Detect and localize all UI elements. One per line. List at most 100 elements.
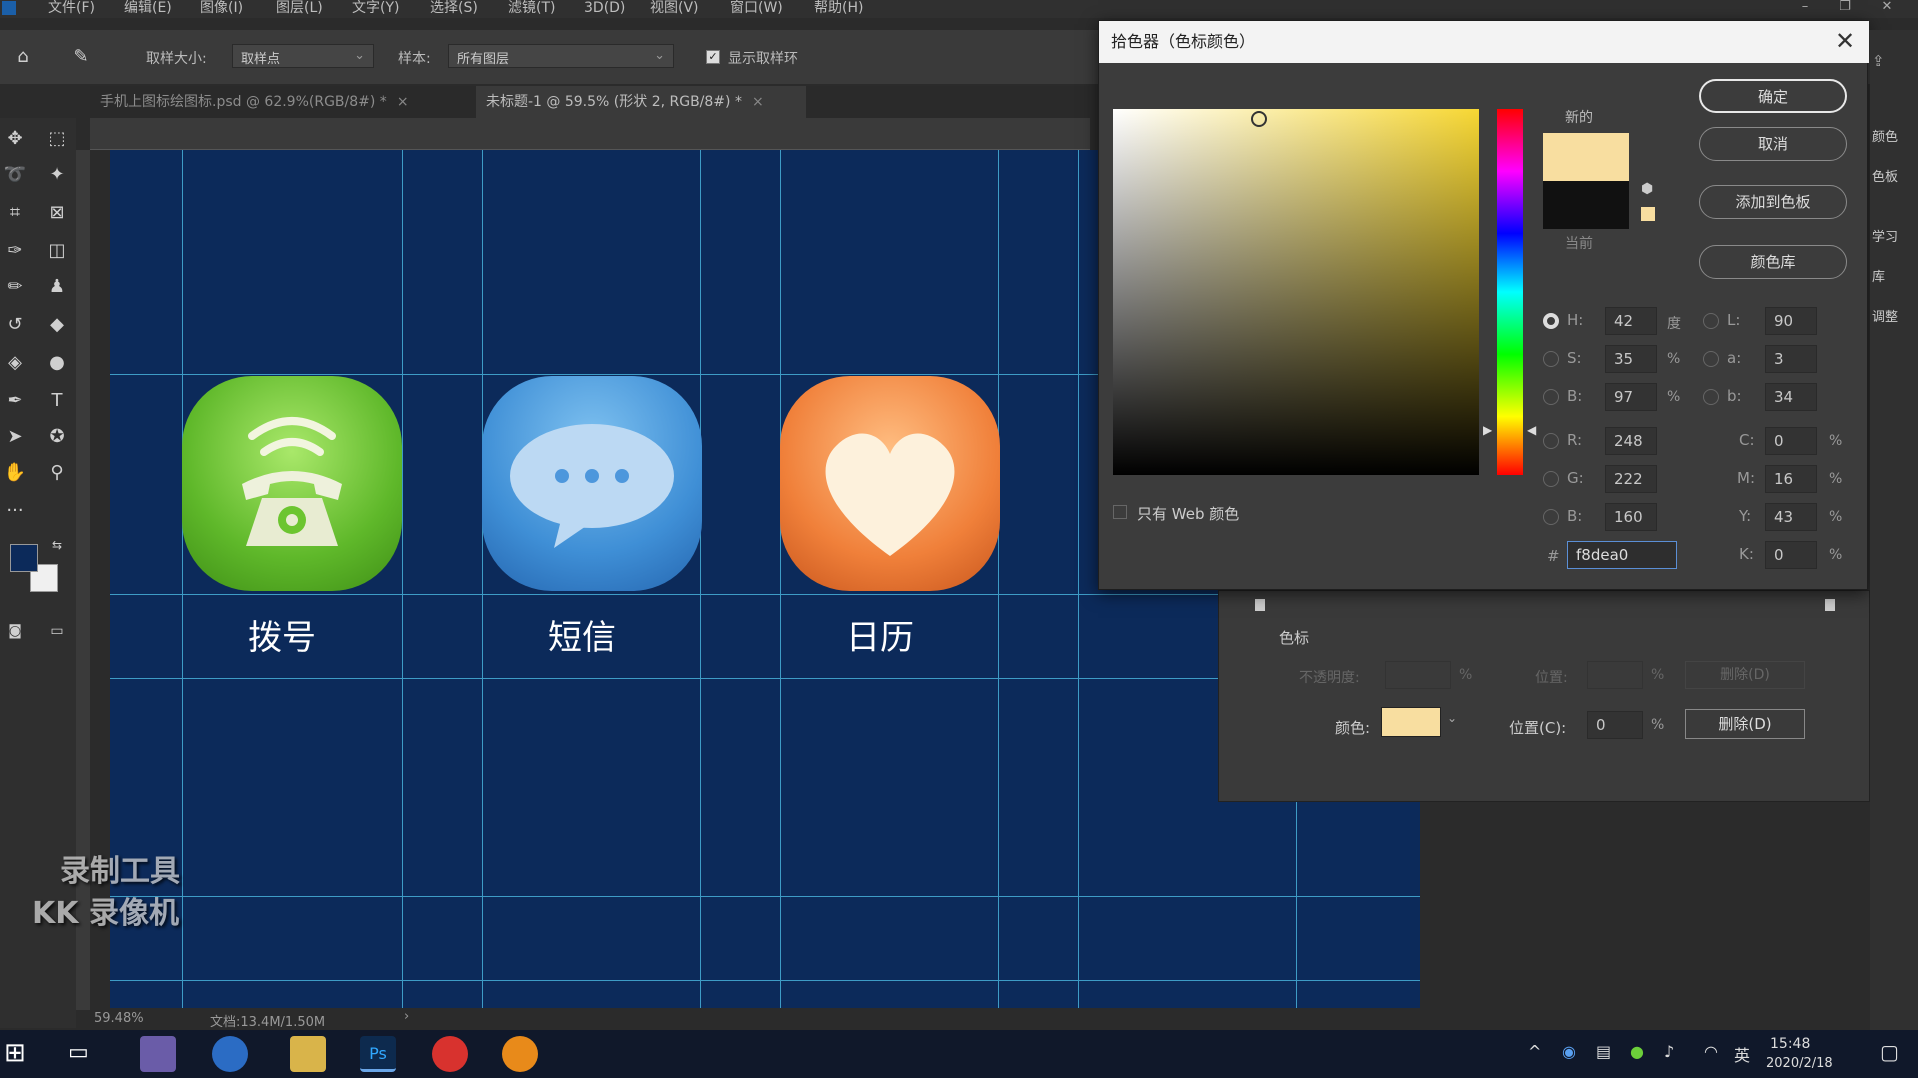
marquee-tool-icon[interactable]: ⬚ <box>42 124 72 154</box>
dodge-tool-icon[interactable]: ● <box>42 348 72 378</box>
netease-music-icon[interactable] <box>432 1036 468 1072</box>
web-colors-checkbox[interactable] <box>1113 505 1127 519</box>
color-libraries-button[interactable]: 颜色库 <box>1699 245 1847 279</box>
restore-icon[interactable]: ❐ <box>1836 0 1854 16</box>
opacity-stop-handle[interactable] <box>1255 599 1265 611</box>
magic-wand-tool-icon[interactable]: ✦ <box>42 160 72 190</box>
hue-field[interactable]: 42 <box>1605 307 1657 335</box>
stamp-tool-icon[interactable]: ♟ <box>42 272 72 302</box>
menu-select[interactable]: 选择(S) <box>430 0 478 16</box>
type-tool-icon[interactable]: T <box>42 386 72 416</box>
status-menu-arrow-icon[interactable]: › <box>404 1009 409 1024</box>
calendar-app-icon[interactable] <box>780 376 1000 591</box>
red-radio[interactable] <box>1543 433 1559 449</box>
cyan-field[interactable]: 0 <box>1765 427 1817 455</box>
hand-tool-icon[interactable]: ✋ <box>0 458 30 488</box>
menu-image[interactable]: 图像(I) <box>200 0 243 16</box>
brightness-field[interactable]: 97 <box>1605 383 1657 411</box>
gamut-warning-icon[interactable]: ⬢ <box>1641 181 1653 197</box>
menu-3d[interactable]: 3D(D) <box>584 0 625 16</box>
lab-b-field[interactable]: 34 <box>1765 383 1817 411</box>
photoshop-taskbar-icon[interactable]: Ps <box>360 1036 396 1072</box>
wifi-icon[interactable]: ◠ <box>1704 1042 1718 1061</box>
lasso-tool-icon[interactable]: ➰ <box>0 160 30 190</box>
more-tools-icon[interactable]: ··· <box>0 496 30 526</box>
custom-shape-icon[interactable]: ✪ <box>42 422 72 452</box>
lab-a-field[interactable]: 3 <box>1765 345 1817 373</box>
swap-colors-icon[interactable]: ⇆ <box>42 530 72 560</box>
clock-date[interactable]: 2020/2/18 <box>1766 1056 1833 1071</box>
chevron-down-icon[interactable]: ⌄ <box>1447 711 1457 725</box>
ime-indicator[interactable]: 英 <box>1734 1042 1750 1066</box>
color-cursor[interactable] <box>1251 111 1267 127</box>
color-location-field[interactable]: 0 <box>1587 711 1643 739</box>
healing-brush-icon[interactable]: ◫ <box>42 236 72 266</box>
blue-radio[interactable] <box>1543 509 1559 525</box>
home-icon[interactable]: ⌂ <box>8 42 38 72</box>
crop-tool-icon[interactable]: ⌗ <box>0 198 30 228</box>
windows-start-icon[interactable]: ⊞ <box>4 1038 26 1068</box>
tab-document-2[interactable]: 未标题-1 @ 59.5% (形状 2, RGB/8#) * × <box>476 86 806 118</box>
notification-icon[interactable]: ▢ <box>1880 1040 1899 1064</box>
black-field[interactable]: 0 <box>1765 541 1817 569</box>
menu-filter[interactable]: 滤镜(T) <box>508 0 555 16</box>
menu-type[interactable]: 文字(Y) <box>352 0 399 16</box>
menu-view[interactable]: 视图(V) <box>650 0 699 16</box>
eyedropper-tool-icon[interactable]: ✎ <box>66 42 96 72</box>
tray-app-icon[interactable]: ◉ <box>1562 1042 1576 1061</box>
dock-color[interactable]: 颜色 <box>1872 126 1898 145</box>
saturation-radio[interactable] <box>1543 351 1559 367</box>
menu-layer[interactable]: 图层(L) <box>276 0 323 16</box>
zoom-tool-icon[interactable]: ⚲ <box>42 458 72 488</box>
move-tool-icon[interactable]: ✥ <box>0 124 30 154</box>
share-icon[interactable]: ⇪ <box>1872 52 1885 70</box>
frame-tool-icon[interactable]: ⊠ <box>42 198 72 228</box>
internet-explorer-icon[interactable] <box>212 1036 248 1072</box>
paint-bucket-icon[interactable]: ◈ <box>0 348 30 378</box>
cancel-button[interactable]: 取消 <box>1699 127 1847 161</box>
blue-field[interactable]: 160 <box>1605 503 1657 531</box>
lab-b-radio[interactable] <box>1703 389 1719 405</box>
close-tab-icon[interactable]: × <box>752 94 764 110</box>
dock-swatches[interactable]: 色板 <box>1872 166 1898 185</box>
eraser-tool-icon[interactable]: ◆ <box>42 310 72 340</box>
sample-size-select[interactable]: 取样点 ⌄ <box>232 44 374 68</box>
phone-app-icon[interactable] <box>182 376 402 591</box>
hex-field[interactable]: f8dea0 <box>1567 541 1677 569</box>
brush-tool-icon[interactable]: ✏ <box>0 272 30 302</box>
hue-radio[interactable] <box>1543 313 1559 329</box>
file-explorer-icon[interactable] <box>290 1036 326 1072</box>
ok-button[interactable]: 确定 <box>1699 79 1847 113</box>
window-close-icon[interactable]: ✕ <box>1878 0 1896 16</box>
clock-time[interactable]: 15:48 <box>1770 1036 1810 1052</box>
history-brush-icon[interactable]: ↺ <box>0 310 30 340</box>
hue-slider-arrow-right-icon[interactable]: ◀ <box>1527 423 1536 437</box>
hue-slider-arrow-left-icon[interactable]: ▶ <box>1483 423 1492 437</box>
task-view-icon[interactable]: ▭ <box>68 1040 89 1065</box>
minimize-icon[interactable]: – <box>1796 0 1814 16</box>
menu-edit[interactable]: 编辑(E) <box>124 0 172 16</box>
pen-tool-icon[interactable]: ✒ <box>0 386 30 416</box>
network-icon[interactable]: ▤ <box>1596 1042 1611 1061</box>
close-tab-icon[interactable]: × <box>397 94 409 110</box>
message-app-icon[interactable] <box>482 376 702 591</box>
delete-color-stop-button[interactable]: 删除(D) <box>1685 709 1805 739</box>
menu-window[interactable]: 窗口(W) <box>730 0 783 16</box>
sample-layers-select[interactable]: 所有图层 ⌄ <box>448 44 674 68</box>
show-ring-checkbox[interactable]: ✓ <box>706 50 720 64</box>
green-radio[interactable] <box>1543 471 1559 487</box>
lab-l-radio[interactable] <box>1703 313 1719 329</box>
green-field[interactable]: 222 <box>1605 465 1657 493</box>
recorder-app-icon[interactable] <box>502 1036 538 1072</box>
app-icon-pinwheel[interactable] <box>140 1036 176 1072</box>
current-color-swatch[interactable] <box>1543 181 1629 229</box>
screen-mode-icon[interactable]: ▭ <box>42 616 72 646</box>
red-field[interactable]: 248 <box>1605 427 1657 455</box>
brightness-radio[interactable] <box>1543 389 1559 405</box>
dock-learn[interactable]: 学习 <box>1872 226 1898 245</box>
volume-icon[interactable]: ♪ <box>1664 1042 1674 1061</box>
web-safe-swatch[interactable] <box>1641 207 1655 221</box>
lab-l-field[interactable]: 90 <box>1765 307 1817 335</box>
tab-document-1[interactable]: 手机上图标绘图标.psd @ 62.9%(RGB/8#) * × <box>90 86 468 118</box>
opacity-stop-handle[interactable] <box>1825 599 1835 611</box>
